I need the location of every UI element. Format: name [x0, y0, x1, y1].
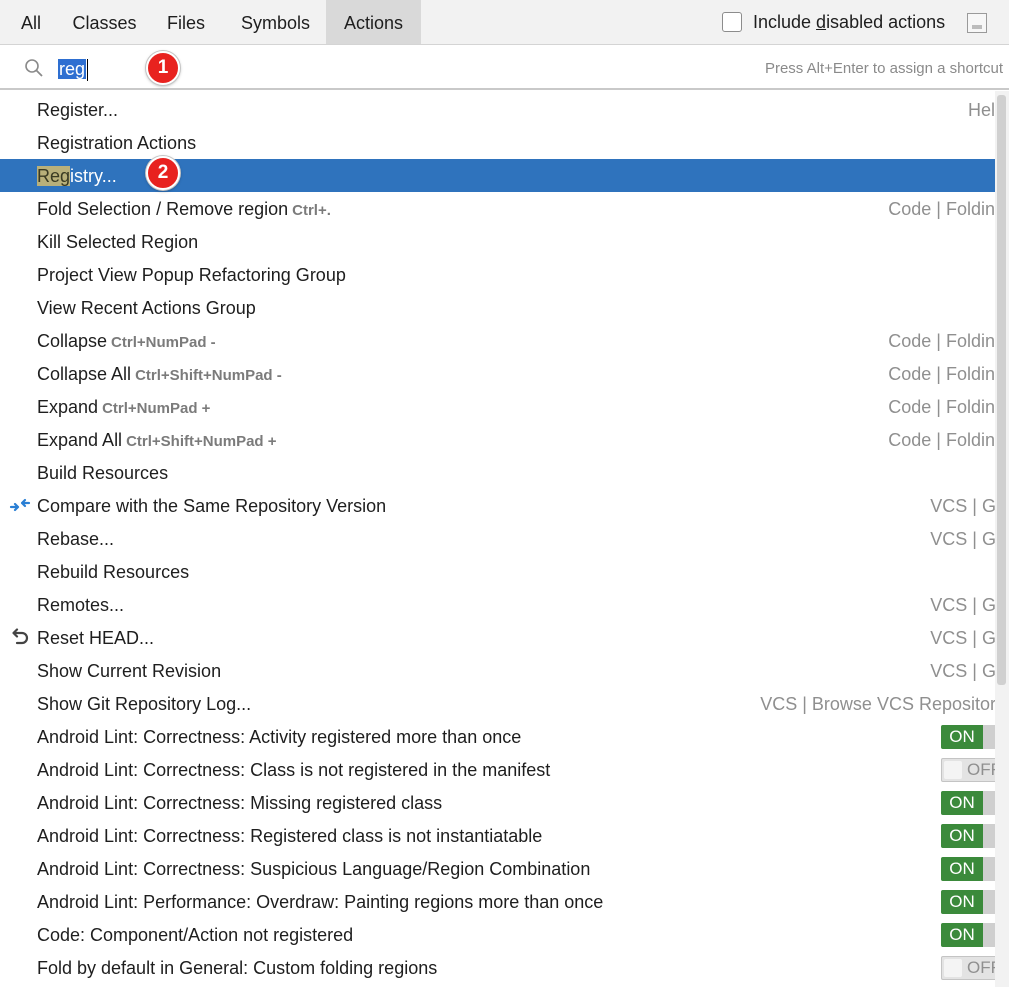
result-row[interactable]: Remotes... VCS | Git [0, 588, 1005, 621]
result-row[interactable]: Code: Component/Action not registered ON [0, 918, 1005, 951]
tab-all[interactable]: All [0, 0, 62, 44]
result-row[interactable]: Android Lint: Correctness: Activity regi… [0, 720, 1005, 753]
result-group: Code | Folding [888, 199, 1005, 219]
result-group: VCS | Git [930, 529, 1005, 549]
result-name: Reset HEAD... [37, 628, 155, 648]
result-name: Project View Popup Refactoring Group [37, 265, 346, 285]
result-row[interactable]: Compare with the Same Repository Version… [0, 489, 1005, 522]
result-group: Code | Folding [888, 364, 1005, 384]
scrollbar-thumb[interactable] [997, 95, 1006, 685]
result-group: VCS | Browse VCS Repository [760, 694, 1005, 714]
result-group: VCS | Git [930, 661, 1005, 681]
result-row[interactable]: Android Lint: Performance: Overdraw: Pai… [0, 885, 1005, 918]
result-name: Rebuild Resources [37, 562, 190, 582]
result-name: Expand All Ctrl+Shift+NumPad + [37, 430, 277, 450]
result-group: Code | Folding [888, 397, 1005, 417]
result-name: Build Resources [37, 463, 169, 483]
result-name: Fold Selection / Remove region Ctrl+. [37, 199, 331, 219]
result-name: Fold by default in General: Custom foldi… [37, 958, 438, 978]
result-shortcut: Ctrl+. [292, 202, 331, 219]
result-name: Expand Ctrl+NumPad + [37, 397, 211, 417]
result-row[interactable]: Collapse Ctrl+NumPad - Code | Folding [0, 324, 1005, 357]
result-name: Show Git Repository Log... [37, 694, 252, 714]
result-shortcut: Ctrl+NumPad - [111, 334, 216, 351]
include-disabled-checkbox[interactable] [722, 12, 742, 32]
search-input[interactable]: reg [58, 57, 89, 82]
include-disabled-label: Include disabled actions [753, 11, 946, 32]
result-row[interactable]: Fold Selection / Remove region Ctrl+. Cod… [0, 192, 1005, 225]
result-name: Compare with the Same Repository Version [37, 496, 387, 516]
tab-files[interactable]: Files [147, 0, 225, 44]
result-row[interactable]: Register... Help [0, 93, 1005, 126]
result-row[interactable]: Android Lint: Correctness: Registered cl… [0, 819, 1005, 852]
result-row[interactable]: Show Git Repository Log... VCS | Browse … [0, 687, 1005, 720]
result-name: Show Current Revision [37, 661, 222, 681]
result-name: Registration Actions [37, 133, 197, 153]
result-name: Android Lint: Correctness: Class is not … [37, 760, 551, 780]
result-shortcut: Ctrl+Shift+NumPad + [126, 433, 277, 450]
search-icon [25, 59, 43, 77]
result-row[interactable]: Project View Popup Refactoring Group [0, 258, 995, 291]
assign-shortcut-hint: Press Alt+Enter to assign a shortcut [764, 60, 1003, 77]
result-name: Collapse Ctrl+NumPad - [37, 331, 216, 351]
include-disabled-actions-option[interactable]: Include disabled actions [722, 10, 945, 34]
tab-symbols[interactable]: Symbols [225, 0, 326, 44]
undo-arrow-icon [12, 628, 29, 645]
match-highlight: Reg [37, 166, 71, 186]
result-row[interactable]: Rebuild Resources [0, 555, 995, 588]
pin-window-icon[interactable] [967, 13, 987, 33]
results-list: Register... Help Registration Actions Re… [0, 91, 1009, 987]
result-name: Android Lint: Performance: Overdraw: Pai… [37, 892, 604, 912]
tab-classes[interactable]: Classes [62, 0, 147, 44]
result-name: Android Lint: Correctness: Missing regis… [37, 793, 443, 813]
result-row[interactable]: Collapse All Ctrl+Shift+NumPad - Code | F… [0, 357, 1005, 390]
result-row[interactable]: Kill Selected Region [0, 225, 995, 258]
result-shortcut: Ctrl+Shift+NumPad - [135, 367, 282, 384]
result-name: Kill Selected Region [37, 232, 199, 252]
result-name: Android Lint: Correctness: Suspicious La… [37, 859, 591, 879]
result-row[interactable]: Expand Ctrl+NumPad + Code | Folding [0, 390, 1005, 423]
result-row[interactable]: Registration Actions [0, 126, 995, 159]
result-name: Rebase... [37, 529, 115, 549]
result-shortcut: Ctrl+NumPad + [102, 400, 211, 417]
result-name: Code: Component/Action not registered [37, 925, 354, 945]
compare-arrows-icon [9, 498, 31, 512]
result-group: Code | Folding [888, 331, 1005, 351]
result-row[interactable]: Android Lint: Correctness: Missing regis… [0, 786, 1005, 819]
result-row[interactable]: Android Lint: Correctness: Class is not … [0, 753, 1005, 786]
step-badge-2: 2 [146, 156, 180, 190]
result-row[interactable]: Rebase... VCS | Git [0, 522, 1005, 555]
result-name: Android Lint: Correctness: Activity regi… [37, 727, 522, 747]
step-badge-1: 1 [146, 51, 180, 85]
result-row[interactable]: Fold by default in General: Custom foldi… [0, 951, 1005, 984]
result-group: VCS | Git [930, 595, 1005, 615]
result-row[interactable]: Build Resources [0, 456, 995, 489]
tab-bar: All Classes Files Symbols Actions Includ… [0, 0, 1009, 45]
result-group: Code | Folding [888, 430, 1005, 450]
result-name: Register... [37, 100, 119, 120]
result-name: Android Lint: Correctness: Registered cl… [37, 826, 543, 846]
result-name: Collapse All Ctrl+Shift+NumPad - [37, 364, 282, 384]
tab-actions[interactable]: Actions [326, 0, 421, 44]
vertical-scrollbar[interactable] [995, 91, 1009, 987]
result-row[interactable]: Reset HEAD... VCS | Git [0, 621, 1005, 654]
result-group: VCS | Git [930, 628, 1005, 648]
result-row[interactable]: Android Lint: Correctness: Suspicious La… [0, 852, 1005, 885]
result-row[interactable]: Expand All Ctrl+Shift+NumPad + Code | Fol… [0, 423, 1005, 456]
result-name: Remotes... [37, 595, 125, 615]
result-group: VCS | Git [930, 496, 1005, 516]
result-name: View Recent Actions Group [37, 298, 256, 318]
result-row[interactable]: Show Current Revision VCS | Git [0, 654, 1005, 687]
result-row[interactable]: View Recent Actions Group [0, 291, 995, 324]
result-name: Registry... [37, 166, 117, 186]
